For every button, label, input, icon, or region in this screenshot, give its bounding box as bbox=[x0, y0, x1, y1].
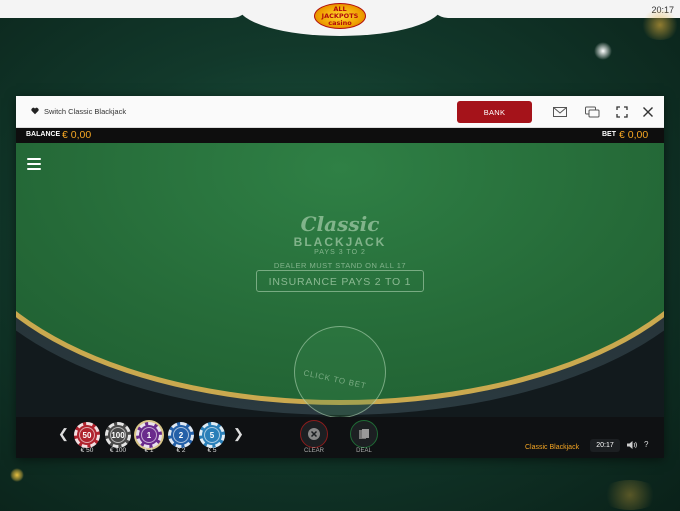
chevron-right-icon[interactable]: ❯ bbox=[233, 426, 244, 442]
bokeh-light bbox=[10, 468, 24, 482]
balance-value: € 0,00 bbox=[62, 129, 92, 141]
help-icon[interactable]: ? bbox=[644, 440, 648, 449]
table-title-script: Classic bbox=[300, 212, 380, 236]
balance-label: BALANCE bbox=[26, 131, 61, 138]
chip-label: € 100 bbox=[109, 447, 127, 454]
top-bar-left bbox=[0, 0, 250, 18]
bet-value: € 0,00 bbox=[619, 129, 649, 141]
cards-icon bbox=[359, 429, 369, 439]
bokeh-light bbox=[594, 42, 612, 60]
casino-logo[interactable]: ALL JACKPOTS casino bbox=[314, 3, 366, 29]
chat-icon[interactable] bbox=[584, 105, 600, 119]
clear-label: CLEAR bbox=[303, 448, 324, 454]
info-bar: BALANCE € 0,00 BET € 0,00 bbox=[16, 128, 664, 143]
heart-icon[interactable] bbox=[31, 107, 39, 115]
deal-button[interactable] bbox=[350, 420, 378, 448]
logo-line-3: casino bbox=[328, 18, 352, 27]
top-bar-right bbox=[430, 0, 680, 18]
bank-button[interactable]: BANK bbox=[457, 101, 532, 123]
chip-label: € 50 bbox=[80, 447, 94, 454]
dealer-rule-text: DEALER MUST STAND ON ALL 17 bbox=[273, 261, 407, 270]
chip-5[interactable]: 5 bbox=[199, 422, 225, 448]
chip-50[interactable]: 50 bbox=[74, 422, 100, 448]
chip-label: € 2 bbox=[176, 447, 186, 454]
clear-button[interactable] bbox=[300, 420, 328, 448]
game-clock: 20:17 bbox=[590, 439, 620, 452]
blackjack-table: Classic BLACKJACK PAYS 3 TO 2 DEALER MUS… bbox=[16, 143, 664, 417]
chevron-left-icon[interactable]: ❮ bbox=[58, 426, 69, 442]
chip-100[interactable]: 100 bbox=[105, 422, 131, 448]
control-bar: ❮ 50 € 50 100 € 100 1 € 1 2 € 2 5 € 5 ❯ … bbox=[16, 417, 664, 458]
hamburger-menu-icon[interactable] bbox=[27, 158, 41, 170]
bokeh-light bbox=[600, 480, 660, 510]
mail-icon[interactable] bbox=[552, 105, 568, 119]
chip-label: € 1 bbox=[144, 447, 154, 454]
chip-label: € 5 bbox=[207, 447, 217, 454]
deal-label: DEAL bbox=[356, 448, 372, 454]
game-window: Switch Classic Blackjack BANK BALANCE € … bbox=[16, 96, 664, 458]
clear-icon bbox=[308, 428, 320, 440]
table-title-main: BLACKJACK bbox=[293, 235, 387, 249]
chip-1-selected[interactable]: 1 bbox=[136, 422, 162, 448]
sound-icon[interactable] bbox=[626, 440, 638, 450]
chip-value: 1 bbox=[146, 430, 152, 440]
bet-label: BET bbox=[602, 131, 616, 138]
window-header: Switch Classic Blackjack BANK bbox=[16, 96, 664, 128]
payout-text: PAYS 3 TO 2 bbox=[314, 249, 366, 256]
chip-value: 5 bbox=[209, 430, 215, 440]
chip-value: 2 bbox=[178, 430, 184, 440]
game-name: Classic Blackjack bbox=[525, 444, 580, 451]
insurance-text: INSURANCE PAYS 2 TO 1 bbox=[268, 276, 412, 288]
chip-2[interactable]: 2 bbox=[168, 422, 194, 448]
bokeh-light bbox=[640, 10, 680, 40]
window-title: Switch Classic Blackjack bbox=[44, 107, 127, 116]
chip-value: 100 bbox=[111, 430, 125, 440]
chip-value: 50 bbox=[82, 430, 92, 440]
fullscreen-icon[interactable] bbox=[614, 105, 630, 119]
close-icon[interactable] bbox=[640, 105, 656, 119]
